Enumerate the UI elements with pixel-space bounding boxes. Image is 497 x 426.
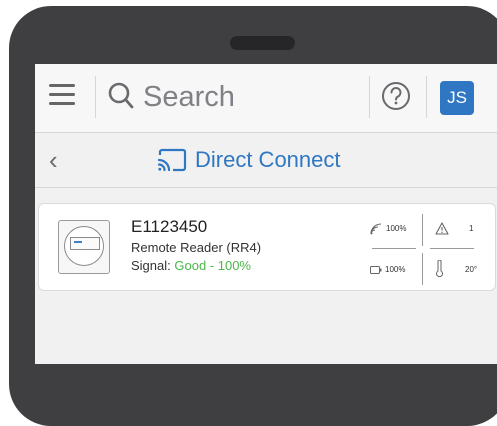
device-model: Remote Reader (RR4) [131, 240, 262, 255]
divider [422, 253, 423, 285]
user-avatar[interactable]: JS [440, 81, 474, 115]
temperature-value: 20° [465, 265, 478, 274]
app-screen: Search JS ‹ Direct Connect E1123450 Remo… [35, 64, 497, 364]
phone-speaker [230, 36, 295, 50]
chevron-left-icon[interactable]: ‹ [49, 147, 58, 173]
search-input[interactable]: Search [143, 78, 235, 116]
divider [372, 248, 416, 249]
hamburger-menu-icon[interactable] [49, 84, 75, 106]
signal-value: Good - 100% [174, 258, 251, 273]
wifi-signal-icon [370, 223, 382, 235]
device-card[interactable]: E1123450 Remote Reader (RR4) Signal: Goo… [38, 203, 496, 291]
cast-icon [157, 148, 187, 172]
battery-icon [370, 266, 382, 274]
thermometer-icon [436, 260, 443, 278]
signal-status: Signal: Good - 100% [131, 258, 251, 274]
alert-count: 1 [469, 224, 474, 233]
divider [95, 76, 96, 118]
signal-label: Signal: [131, 258, 171, 273]
top-bar: Search JS [35, 64, 497, 133]
page-title: Direct Connect [195, 147, 341, 172]
device-id: E1123450 [131, 217, 208, 236]
divider [430, 248, 474, 249]
divider [426, 76, 427, 118]
battery-value: 100% [385, 265, 406, 274]
warning-icon [435, 222, 449, 235]
sub-header: ‹ Direct Connect [35, 133, 497, 188]
divider [369, 76, 370, 118]
divider [422, 214, 423, 246]
help-icon[interactable] [381, 81, 411, 111]
search-icon[interactable] [108, 82, 134, 110]
meter-device-image [58, 220, 110, 274]
wifi-strength-value: 100% [386, 224, 407, 233]
